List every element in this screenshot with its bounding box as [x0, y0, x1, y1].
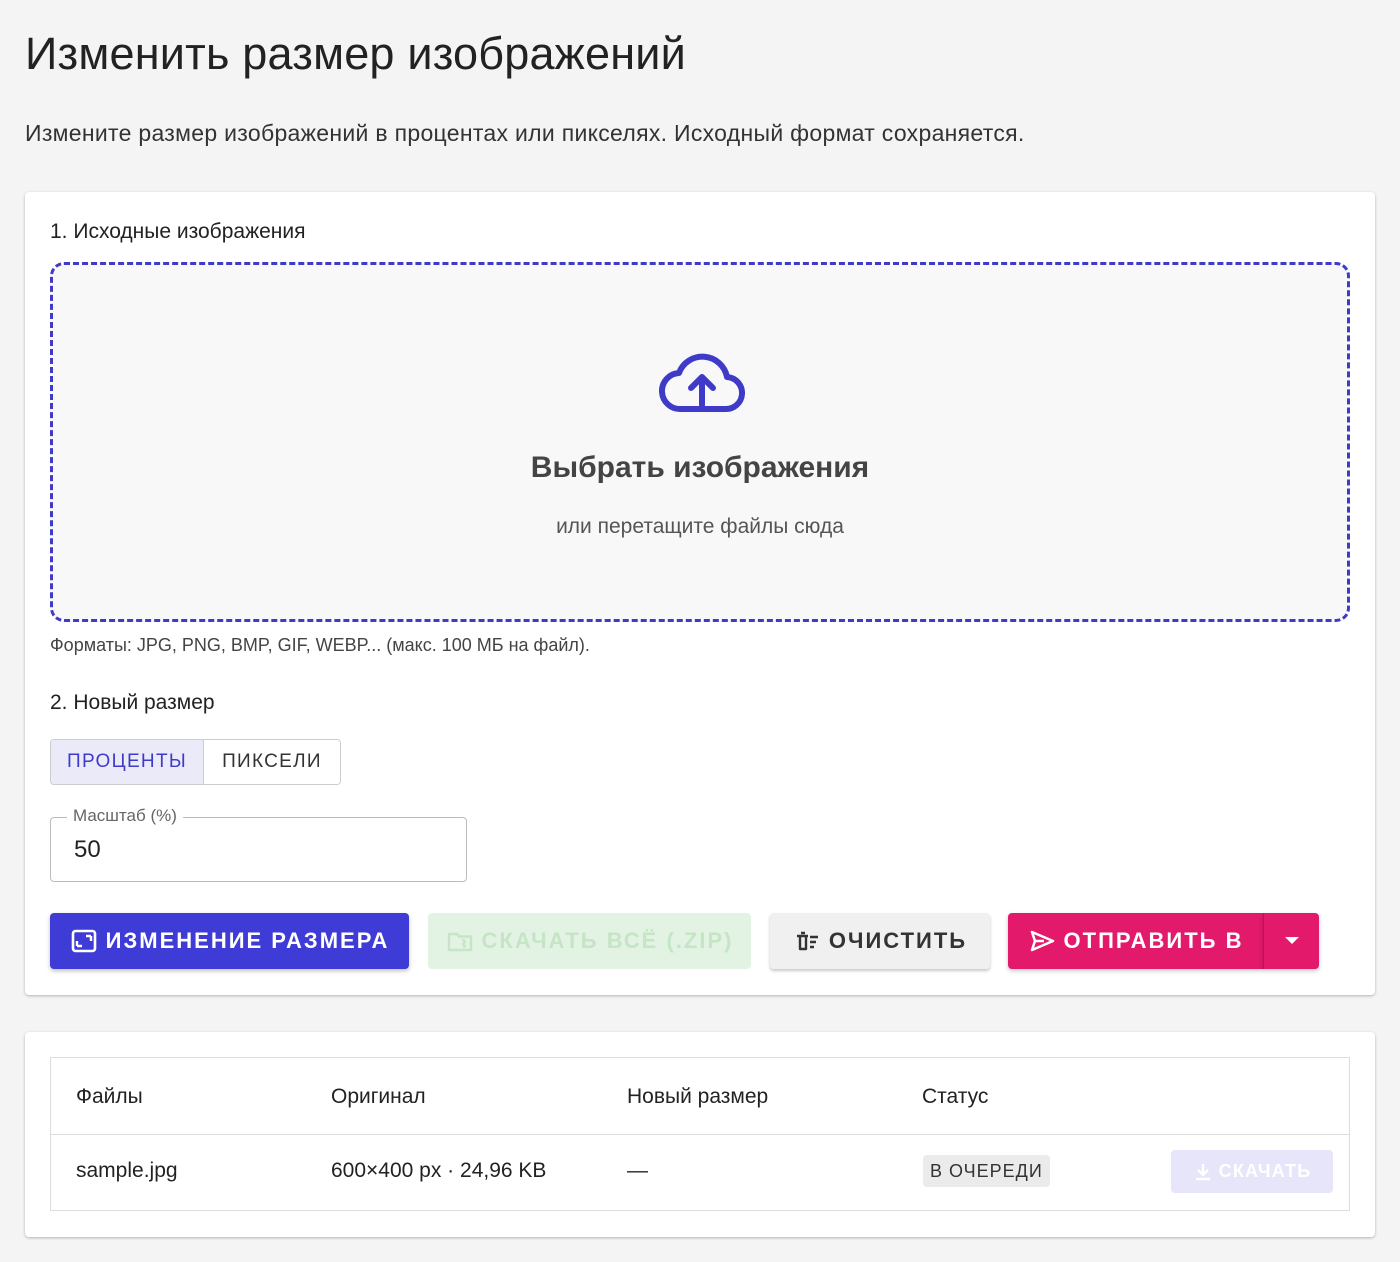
dropzone-title: Выбрать изображения: [530, 451, 870, 484]
files-card: Файлы Оригинал Новый размер Статус sampl…: [25, 1032, 1375, 1237]
arrow-drop-down-icon: [1284, 937, 1299, 944]
file-new-size: —: [627, 1159, 648, 1182]
size-section-title: 2. Новый размер: [50, 691, 215, 714]
status-badge: В ОЧЕРЕДИ: [923, 1155, 1050, 1187]
file-download-button[interactable]: СКАЧАТЬ: [1171, 1150, 1333, 1193]
folder-zip-icon: [447, 932, 472, 952]
col-header-files: Файлы: [76, 1085, 143, 1108]
download-zip-label: СКАЧАТЬ ВСЁ (.ZIP): [481, 928, 734, 953]
resize-button[interactable]: ИЗМЕНЕНИЕ РАЗМЕРА: [50, 913, 409, 969]
clear-button[interactable]: ОЧИСТИТЬ: [770, 913, 990, 969]
page-subtitle: Измените размер изображений в процентах …: [25, 120, 1025, 146]
clear-button-label: ОЧИСТИТЬ: [828, 928, 968, 953]
scale-label: Масштаб (%): [67, 806, 183, 826]
dropzone-hint: или перетащите файлы сюда: [556, 515, 844, 538]
files-table: Файлы Оригинал Новый размер Статус sampl…: [50, 1057, 1350, 1211]
formats-note: Форматы: JPG, PNG, BMP, GIF, WEBP... (ма…: [50, 635, 590, 655]
header-divider: [51, 1134, 1349, 1135]
page-title: Изменить размер изображений: [25, 28, 686, 79]
size-mode-toggle: ПРОЦЕНТЫ ПИКСЕЛИ: [50, 739, 341, 785]
toggle-pixels[interactable]: ПИКСЕЛИ: [204, 740, 340, 784]
scale-input[interactable]: [74, 836, 444, 864]
col-header-status: Статус: [922, 1085, 989, 1108]
toggle-percent[interactable]: ПРОЦЕНТЫ: [51, 740, 204, 784]
file-original: 600×400 px · 24,96 KB: [331, 1159, 547, 1182]
send-icon: [1030, 930, 1054, 952]
delete-sweep-icon: [796, 931, 818, 951]
send-to-button[interactable]: ОТПРАВИТЬ В: [1008, 913, 1263, 969]
download-zip-button[interactable]: СКАЧАТЬ ВСЁ (.ZIP): [428, 913, 751, 969]
resize-button-label: ИЗМЕНЕНИЕ РАЗМЕРА: [105, 928, 390, 953]
source-section-title: 1. Исходные изображения: [50, 220, 306, 243]
photo-size-icon: [71, 929, 96, 953]
file-name: sample.jpg: [76, 1159, 178, 1182]
col-header-new-size: Новый размер: [627, 1085, 769, 1108]
send-to-dropdown[interactable]: [1263, 913, 1319, 969]
scale-field: Масштаб (%): [50, 806, 467, 882]
file-download-label: СКАЧАТЬ: [1218, 1161, 1312, 1181]
settings-card: 1. Исходные изображения Выбрать изображе…: [25, 192, 1375, 995]
image-dropzone[interactable]: Выбрать изображения или перетащите файлы…: [50, 262, 1350, 622]
cloud-upload-icon: [659, 353, 745, 413]
download-icon: [1195, 1163, 1210, 1180]
col-header-original: Оригинал: [331, 1085, 426, 1108]
send-to-label: ОТПРАВИТЬ В: [1063, 928, 1244, 953]
